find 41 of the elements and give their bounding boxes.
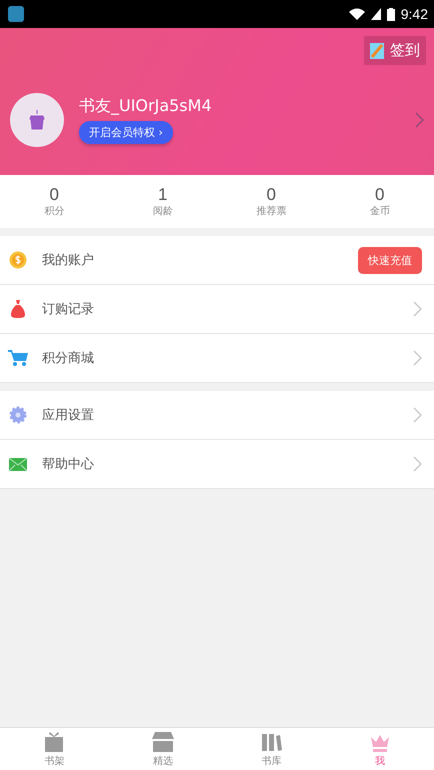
stat-label: 推荐票 [256, 204, 286, 218]
cupcake-icon [29, 110, 45, 130]
chevron-icon [413, 456, 422, 472]
money-bag-icon [11, 300, 25, 318]
menu-label: 应用设置 [42, 407, 95, 424]
battery-icon [386, 8, 395, 20]
shop-icon [152, 730, 174, 752]
chevron-icon [413, 407, 422, 423]
avatar[interactable] [10, 93, 64, 147]
gear-icon [9, 406, 27, 424]
nav-tab[interactable]: 精选 [108, 728, 217, 770]
menu-label: 订购记录 [42, 301, 95, 318]
nav-tab[interactable]: 书架 [0, 728, 108, 770]
stat-label: 阅龄 [152, 204, 173, 218]
envelope-icon [9, 458, 27, 470]
clock: 9:42 [400, 6, 428, 22]
menu-label: 我的账户 [42, 252, 95, 269]
stat-label: 积分 [44, 205, 64, 218]
menu-label: 帮助中心 [42, 456, 95, 473]
app-icon [8, 6, 24, 22]
username: 书友_UIOrJa5sM4 [79, 96, 212, 117]
gift-icon [43, 730, 66, 752]
coin-icon [9, 251, 27, 269]
chevron-icon [415, 112, 424, 128]
nav-tab[interactable]: 我 [326, 728, 434, 770]
pencil-icon [370, 42, 384, 58]
menu-label: 积分商城 [42, 350, 95, 367]
wifi-icon [348, 8, 365, 20]
stat-value: 0 [266, 185, 276, 204]
chevron-icon [413, 301, 422, 317]
chevron-icon [413, 350, 422, 366]
cart-icon [8, 350, 28, 366]
stat-value: 0 [375, 185, 384, 204]
stat-value: 1 [158, 185, 168, 204]
checkin-button[interactable]: 签到 [364, 36, 426, 65]
stat-value: 0 [50, 185, 59, 204]
stat-label: 金币 [370, 204, 390, 218]
nav-tab[interactable]: 书库 [217, 728, 326, 770]
vip-button[interactable]: 开启会员特权 › [79, 121, 173, 144]
signal-icon [370, 8, 381, 20]
recharge-button[interactable]: 快速充值 [358, 246, 422, 274]
